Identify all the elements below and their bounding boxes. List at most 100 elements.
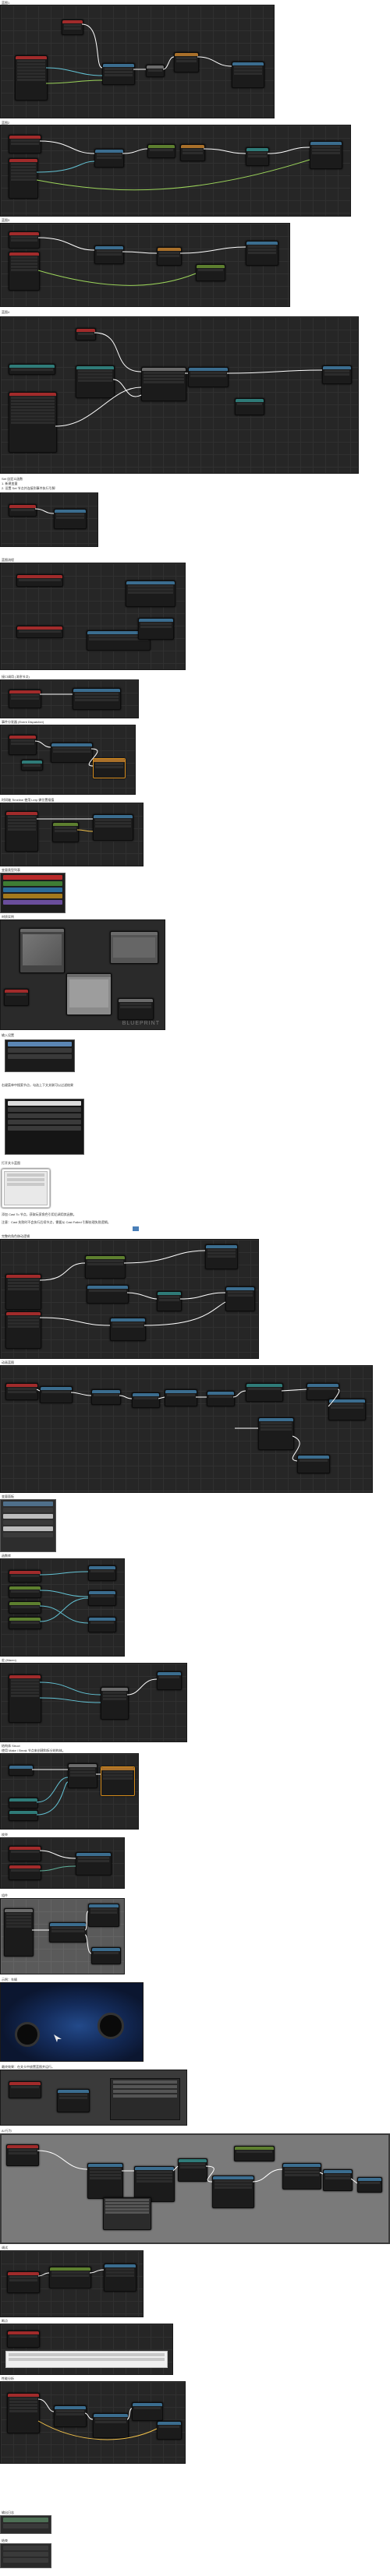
function-node[interactable] — [126, 580, 176, 607]
output-node[interactable] — [118, 998, 154, 1020]
output-node[interactable] — [157, 1671, 182, 1690]
out-node-2[interactable] — [88, 1590, 116, 1606]
event-node[interactable] — [9, 690, 41, 708]
set-node[interactable] — [54, 509, 87, 529]
function-node[interactable] — [49, 1922, 87, 1943]
variable-type-list[interactable] — [0, 873, 66, 913]
selected-option[interactable] — [8, 1042, 72, 1046]
type-row[interactable] — [3, 875, 62, 880]
option[interactable] — [8, 1054, 72, 1059]
input-node-4[interactable] — [9, 1617, 41, 1629]
node-a[interactable] — [54, 2405, 87, 2427]
blueprint-graph-3[interactable] — [0, 223, 290, 307]
bind-node[interactable] — [51, 743, 93, 763]
output-log[interactable] — [0, 2515, 51, 2534]
node-b[interactable] — [91, 1389, 121, 1405]
texture-node[interactable] — [20, 928, 65, 973]
timeline-node[interactable] — [5, 811, 38, 852]
node-c[interactable] — [132, 1392, 160, 1408]
function-node-3[interactable] — [138, 618, 174, 640]
var-row[interactable] — [3, 1514, 53, 1519]
var-row[interactable] — [3, 1533, 53, 1537]
node-a[interactable] — [87, 2163, 123, 2199]
out-node-3[interactable] — [88, 1617, 116, 1632]
blueprint-graph-4[interactable] — [0, 316, 359, 474]
set-node-2[interactable] — [225, 1286, 255, 1311]
set-node[interactable] — [205, 1244, 238, 1269]
search-box[interactable] — [8, 1101, 81, 1106]
event-node[interactable] — [76, 328, 96, 341]
context-menu[interactable] — [5, 1099, 84, 1155]
blueprint-graph-1[interactable] — [0, 5, 275, 118]
input-node[interactable] — [9, 252, 40, 291]
math-node[interactable] — [157, 1291, 182, 1311]
lerp-node[interactable] — [52, 822, 79, 842]
message-node[interactable] — [73, 688, 121, 710]
node-j[interactable] — [297, 1455, 330, 1473]
set-node[interactable] — [180, 144, 205, 161]
event-node[interactable] — [7, 2271, 40, 2293]
event-node[interactable] — [9, 504, 37, 517]
menu-item[interactable] — [8, 1126, 81, 1131]
event-node[interactable] — [9, 735, 37, 755]
blueprint-graph-17[interactable] — [0, 1365, 373, 1493]
node-h[interactable] — [357, 2177, 382, 2193]
function-node[interactable] — [94, 149, 124, 168]
blueprint-graph-28[interactable] — [0, 2324, 173, 2375]
input-node-2[interactable] — [9, 1586, 41, 1598]
node-d[interactable] — [165, 1389, 197, 1406]
getter-node[interactable] — [9, 364, 55, 375]
blueprint-graph-26[interactable] — [0, 2133, 390, 2244]
var-node[interactable] — [9, 1810, 38, 1821]
blueprint-graph-22[interactable] — [0, 1837, 125, 1889]
getter-node[interactable] — [21, 760, 43, 771]
event-node[interactable] — [7, 2331, 40, 2348]
event-node[interactable] — [16, 574, 63, 587]
macro-node[interactable] — [101, 1687, 129, 1720]
input-node[interactable] — [9, 1570, 41, 1583]
type-row[interactable] — [3, 887, 62, 892]
result-node[interactable] — [235, 398, 264, 415]
node-a[interactable] — [40, 1386, 73, 1403]
var-row[interactable] — [3, 1501, 53, 1506]
out-node[interactable] — [88, 1565, 116, 1581]
event-node[interactable] — [5, 1383, 38, 1400]
blueprint-graph-21[interactable] — [0, 1753, 139, 1830]
function-node[interactable] — [102, 63, 135, 85]
function-node-2[interactable] — [87, 1285, 129, 1304]
level-blueprint-button[interactable] — [2, 1169, 50, 1208]
node-d[interactable] — [157, 2421, 182, 2440]
event-node[interactable] — [9, 2081, 41, 2098]
get-node[interactable] — [15, 55, 48, 101]
event-node[interactable] — [9, 231, 40, 249]
branch-node[interactable] — [246, 147, 269, 166]
struct-node[interactable] — [68, 1763, 98, 1788]
dropdown-menu[interactable] — [103, 2197, 151, 2230]
variable-panel[interactable] — [0, 1499, 56, 1552]
texture-node[interactable] — [66, 973, 112, 1015]
blueprint-graph-27[interactable] — [0, 2250, 144, 2317]
blueprint-graph-2[interactable] — [0, 125, 351, 217]
input-node[interactable] — [9, 158, 38, 199]
print-node[interactable] — [232, 62, 264, 88]
function-node[interactable] — [85, 1255, 126, 1279]
blueprint-graph-19[interactable] — [0, 1558, 125, 1657]
type-row[interactable] — [3, 900, 62, 905]
sequence-node[interactable] — [141, 367, 186, 401]
node-d[interactable] — [212, 2175, 254, 2208]
material-graph[interactable]: BLUEPRINT — [0, 919, 165, 1030]
print-node[interactable] — [322, 365, 352, 384]
blueprint-graph-9[interactable] — [0, 803, 144, 866]
input-node[interactable] — [9, 392, 57, 453]
level-editor[interactable] — [0, 2070, 187, 2126]
event-node[interactable] — [6, 2144, 39, 2166]
node-e[interactable] — [207, 1391, 235, 1406]
node-c[interactable] — [178, 2158, 207, 2182]
menu-item[interactable] — [8, 1113, 81, 1118]
blueprint-graph-23[interactable] — [0, 1898, 125, 1974]
blueprint-graph-29[interactable] — [0, 2381, 186, 2464]
type-row[interactable] — [3, 894, 62, 898]
break-struct-node[interactable] — [101, 1766, 135, 1796]
function-node-3[interactable] — [110, 1318, 146, 1341]
event-node-2[interactable] — [5, 1311, 41, 1349]
